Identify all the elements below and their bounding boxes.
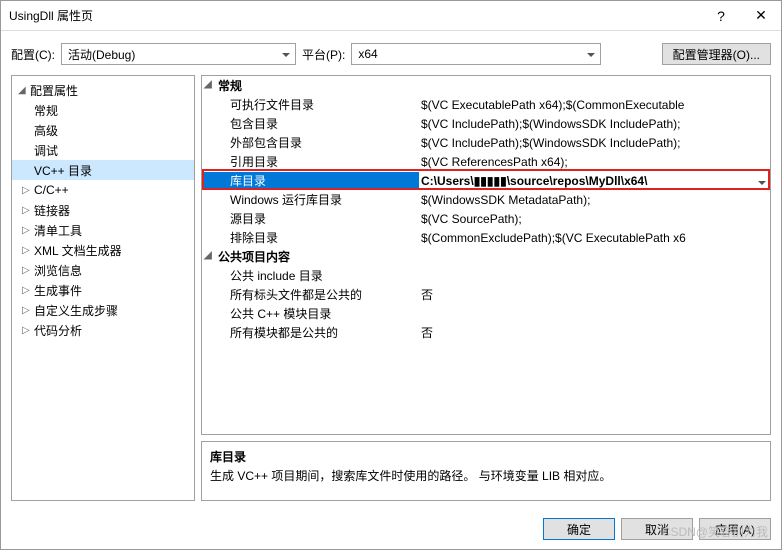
tree-item[interactable]: ▷C/C++ bbox=[12, 180, 194, 200]
cancel-button[interactable]: 取消 bbox=[621, 518, 693, 540]
tree-item[interactable]: ▷XML 文档生成器 bbox=[12, 240, 194, 260]
tree-item[interactable]: 高级 bbox=[12, 120, 194, 140]
config-combo[interactable]: 活动(Debug) bbox=[61, 43, 296, 65]
desc-name: 库目录 bbox=[210, 448, 762, 465]
grid-row[interactable]: 包含目录$(VC IncludePath);$(WindowsSDK Inclu… bbox=[202, 114, 770, 133]
highlight-box bbox=[202, 169, 770, 190]
platform-combo[interactable]: x64 bbox=[351, 43, 601, 65]
config-row: 配置(C): 活动(Debug) 平台(P): x64 配置管理器(O)... bbox=[1, 31, 781, 75]
description-panel: 库目录 生成 VC++ 项目期间，搜索库文件时使用的路径。 与环境变量 LIB … bbox=[201, 441, 771, 501]
grid-row[interactable]: 排除目录$(CommonExcludePath);$(VC Executable… bbox=[202, 228, 770, 247]
tree-item[interactable]: ▷生成事件 bbox=[12, 280, 194, 300]
platform-label: 平台(P): bbox=[302, 46, 345, 63]
ok-button[interactable]: 确定 bbox=[543, 518, 615, 540]
close-button[interactable]: ✕ bbox=[741, 1, 781, 30]
property-grid[interactable]: ◢常规可执行文件目录$(VC ExecutablePath x64);$(Com… bbox=[201, 75, 771, 435]
help-button[interactable]: ? bbox=[701, 1, 741, 30]
dialog-buttons: 确定 取消 应用(A) bbox=[1, 509, 781, 549]
config-manager-button[interactable]: 配置管理器(O)... bbox=[662, 43, 771, 65]
tree-item[interactable]: 常规 bbox=[12, 100, 194, 120]
tree-item[interactable]: ▷链接器 bbox=[12, 200, 194, 220]
tree-item[interactable]: ▷自定义生成步骤 bbox=[12, 300, 194, 320]
desc-text: 生成 VC++ 项目期间，搜索库文件时使用的路径。 与环境变量 LIB 相对应。 bbox=[210, 467, 762, 484]
window-title: UsingDll 属性页 bbox=[9, 7, 701, 24]
title-bar: UsingDll 属性页 ? ✕ bbox=[1, 1, 781, 31]
config-label: 配置(C): bbox=[11, 46, 55, 63]
grid-row[interactable]: 外部包含目录$(VC IncludePath);$(WindowsSDK Inc… bbox=[202, 133, 770, 152]
grid-row[interactable]: 公共 include 目录 bbox=[202, 266, 770, 285]
grid-row[interactable]: 可执行文件目录$(VC ExecutablePath x64);$(Common… bbox=[202, 95, 770, 114]
grid-row[interactable]: 公共 C++ 模块目录 bbox=[202, 304, 770, 323]
tree-item[interactable]: ▷代码分析 bbox=[12, 320, 194, 340]
nav-tree[interactable]: ◢配置属性 常规高级调试VC++ 目录▷C/C++▷链接器▷清单工具▷XML 文… bbox=[11, 75, 195, 501]
grid-row[interactable]: 所有模块都是公共的否 bbox=[202, 323, 770, 342]
tree-root[interactable]: ◢配置属性 bbox=[12, 80, 194, 100]
grid-row[interactable]: 源目录$(VC SourcePath); bbox=[202, 209, 770, 228]
grid-row[interactable]: Windows 运行库目录$(WindowsSDK MetadataPath); bbox=[202, 190, 770, 209]
tree-item[interactable]: ▷清单工具 bbox=[12, 220, 194, 240]
tree-item[interactable]: 调试 bbox=[12, 140, 194, 160]
apply-button[interactable]: 应用(A) bbox=[699, 518, 771, 540]
grid-group[interactable]: ◢公共项目内容 bbox=[202, 247, 770, 266]
grid-group[interactable]: ◢常规 bbox=[202, 76, 770, 95]
tree-item[interactable]: VC++ 目录 bbox=[12, 160, 194, 180]
tree-item[interactable]: ▷浏览信息 bbox=[12, 260, 194, 280]
grid-row[interactable]: 所有标头文件都是公共的否 bbox=[202, 285, 770, 304]
